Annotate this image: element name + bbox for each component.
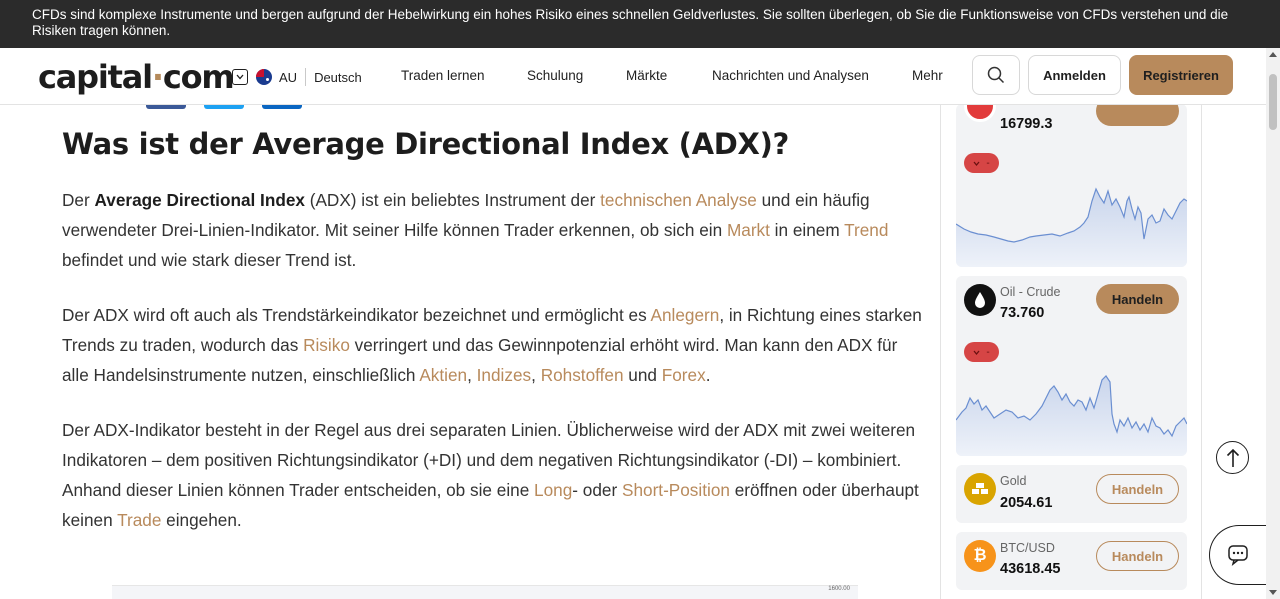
capital-com-logo[interactable]: capital·com: [38, 58, 235, 96]
market-card-index[interactable]: 16799.3 -: [956, 104, 1187, 267]
logo-dot: ·: [151, 58, 164, 96]
region-language-selector[interactable]: AU Deutsch: [232, 68, 362, 86]
risk-warning-text: CFDs sind komplexe Instrumente und berge…: [32, 7, 1229, 38]
trade-button[interactable]: Handeln: [1096, 541, 1179, 571]
article-paragraph-3: Der ADX-Indikator besteht in der Regel a…: [62, 420, 919, 530]
oil-drop-icon: [964, 284, 996, 316]
nav-maerkte[interactable]: Märkte: [626, 68, 667, 83]
region-code: AU: [279, 69, 298, 85]
link-forex[interactable]: Forex: [662, 365, 706, 385]
asset-name: Gold: [1000, 474, 1027, 488]
chat-bubble-icon: [1228, 545, 1248, 566]
nav-traden-lernen[interactable]: Traden lernen: [401, 68, 485, 83]
article-content: Was ist der Average Directional Index (A…: [62, 118, 922, 535]
article-heading: Was ist der Average Directional Index (A…: [62, 127, 790, 161]
register-button[interactable]: Registrieren: [1129, 55, 1233, 95]
adx-chart-image: 1600.00: [112, 585, 858, 599]
gold-bars-icon: [964, 473, 996, 505]
divider: [305, 68, 307, 86]
language-label[interactable]: Deutsch: [314, 70, 362, 85]
arrow-up-icon: [1226, 448, 1239, 467]
flag-icon: [964, 104, 996, 122]
asset-name: BTC/USD: [1000, 541, 1055, 555]
price-sparkline: [956, 375, 1187, 456]
link-long[interactable]: Long: [534, 480, 572, 500]
chevron-down-icon: [973, 161, 980, 166]
article-paragraph-1: Der Average Directional Index (ADX) ist …: [62, 190, 889, 270]
link-trend[interactable]: Trend: [844, 220, 888, 240]
change-value: -: [986, 157, 990, 169]
link-rohstoffen[interactable]: Rohstoffen: [541, 365, 624, 385]
asset-name: Oil - Crude: [1000, 285, 1061, 299]
link-markt[interactable]: Markt: [727, 220, 770, 240]
trade-button[interactable]: Handeln: [1096, 474, 1179, 504]
link-risiko[interactable]: Risiko: [303, 335, 350, 355]
asset-price: 43618.45: [1000, 561, 1061, 577]
top-navigation: capital·com AU Deutsch Traden lernen Sch…: [0, 48, 1266, 105]
risk-warning-banner: CFDs sind komplexe Instrumente und berge…: [0, 0, 1280, 48]
search-button[interactable]: [972, 55, 1020, 95]
scrollbar-thumb[interactable]: [1269, 74, 1277, 130]
logo-text-left: capital: [38, 58, 153, 96]
link-indizes[interactable]: Indizes: [477, 365, 531, 385]
nav-schulung[interactable]: Schulung: [527, 68, 583, 83]
link-short-position[interactable]: Short-Position: [622, 480, 730, 500]
search-icon: [987, 66, 1005, 84]
australia-flag-icon: [256, 69, 272, 85]
page-scrollbar[interactable]: [1266, 48, 1280, 599]
market-card-btc[interactable]: ₿ BTC/USD 43618.45 Handeln: [956, 532, 1187, 590]
trade-button[interactable]: [1096, 104, 1179, 126]
asset-price: 16799.3: [1000, 116, 1053, 132]
chart-axis-label: 1600.00: [828, 586, 850, 592]
trade-button[interactable]: Handeln: [1096, 284, 1179, 314]
link-trade[interactable]: Trade: [117, 510, 161, 530]
nav-mehr[interactable]: Mehr: [912, 68, 943, 83]
scroll-up-arrow-icon[interactable]: [1269, 52, 1277, 57]
link-anlegern[interactable]: Anlegern: [651, 305, 720, 325]
link-aktien[interactable]: Aktien: [419, 365, 467, 385]
market-card-oil[interactable]: Oil - Crude 73.760 Handeln -: [956, 276, 1187, 456]
bold-term: Average Directional Index: [94, 190, 305, 210]
nav-nachrichten-analysen[interactable]: Nachrichten und Analysen: [712, 68, 869, 83]
scroll-to-top-button[interactable]: [1216, 441, 1249, 474]
logo-text-right: com: [162, 58, 235, 96]
article-paragraph-2: Der ADX wird oft auch als Trendstärkeind…: [62, 305, 922, 385]
link-technische-analyse[interactable]: technischen Analyse: [600, 190, 757, 210]
login-button[interactable]: Anmelden: [1028, 55, 1121, 95]
bitcoin-icon: ₿: [964, 540, 996, 572]
change-badge: -: [964, 153, 999, 173]
chevron-down-icon: [973, 350, 980, 355]
market-card-gold[interactable]: Gold 2054.61 Handeln: [956, 465, 1187, 523]
price-sparkline: [956, 187, 1187, 267]
asset-price: 2054.61: [1000, 495, 1053, 511]
change-badge: -: [964, 342, 999, 362]
asset-price: 73.760: [1000, 305, 1045, 321]
change-value: -: [986, 346, 990, 358]
chevron-down-icon[interactable]: [232, 69, 248, 85]
scroll-down-arrow-icon[interactable]: [1269, 590, 1277, 595]
